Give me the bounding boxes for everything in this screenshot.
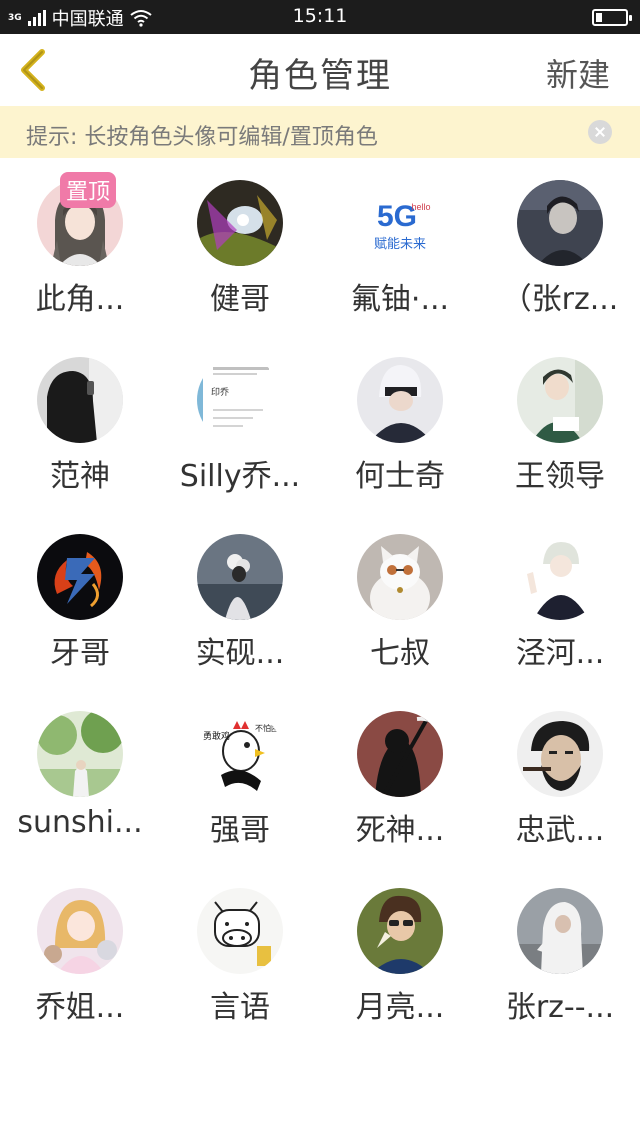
role-name: 张rz--... (505, 990, 615, 1025)
role-item[interactable]: （张rz... (480, 160, 640, 337)
role-item[interactable]: 勇敢鸡 不怕困难 强哥 (160, 691, 320, 868)
role-name: Silly乔... (179, 459, 301, 494)
white-hair-anime-avatar[interactable] (357, 357, 443, 443)
role-name: 王领导 (515, 459, 605, 494)
battery-fill (596, 13, 602, 22)
bearded-man-avatar[interactable] (517, 711, 603, 797)
rooster-cartoon-avatar[interactable]: 勇敢鸡 不怕困难 (197, 711, 283, 797)
tip-text: 提示: 长按角色头像可编辑/置顶角色 (26, 125, 378, 150)
nav-bar: 角色管理 新建 (0, 34, 640, 106)
role-name: 牙哥 (50, 636, 110, 671)
white-cat-avatar[interactable] (357, 534, 443, 620)
anime-girl-bears-avatar[interactable] (37, 888, 123, 974)
role-grid: 置顶 此角... 健哥 5G hello 赋能未来 氟铀·... （张rz...… (0, 160, 640, 1045)
cow-doodle-avatar[interactable] (197, 888, 283, 974)
role-item[interactable]: 5G hello 赋能未来 氟铀·... (320, 160, 480, 337)
page-title: 角色管理 (248, 56, 392, 96)
role-name: 何士奇 (355, 459, 445, 494)
person-flowers-avatar[interactable] (197, 534, 283, 620)
hooded-person-street-avatar[interactable] (517, 888, 603, 974)
role-name: 实砚... (195, 636, 285, 671)
role-item[interactable]: 乔姐... (0, 868, 160, 1045)
role-name: 月亮... (355, 990, 445, 1025)
tip-banner: 提示: 长按角色头像可编辑/置顶角色 (0, 106, 640, 158)
role-name: 此角... (35, 282, 125, 317)
role-item[interactable]: 七叔 (320, 514, 480, 691)
green-trees-avatar[interactable] (37, 711, 123, 797)
role-item[interactable]: 实砚... (160, 514, 320, 691)
close-circle-icon[interactable] (588, 120, 612, 144)
role-name: 言语 (210, 990, 270, 1025)
role-item[interactable]: 王领导 (480, 337, 640, 514)
status-bar: 3G 中国联通 15:11 (0, 0, 640, 34)
5g-logo-avatar[interactable]: 5G hello 赋能未来 (357, 180, 443, 266)
5g-logo-small: hello (411, 202, 430, 212)
role-name: 强哥 (210, 813, 270, 848)
rooster-side-left: 勇敢鸡 (203, 730, 230, 742)
colorful-light-avatar[interactable] (197, 180, 283, 266)
role-item[interactable]: 泾河... (480, 514, 640, 691)
role-item[interactable]: 张rz--... (480, 868, 640, 1045)
new-role-button[interactable]: 新建 (546, 50, 610, 96)
battery-icon (592, 9, 632, 26)
role-item[interactable]: 言语 (160, 868, 320, 1045)
role-name: 氟铀·... (350, 282, 450, 317)
reaper-avatar[interactable] (357, 711, 443, 797)
role-item[interactable]: 牙哥 (0, 514, 160, 691)
role-name: 乔姐... (35, 990, 125, 1025)
role-item[interactable]: 何士奇 (320, 337, 480, 514)
rooster-side-right: 不怕困难 (255, 723, 283, 733)
curly-hair-boy-avatar[interactable] (357, 888, 443, 974)
role-name: 泾河... (515, 636, 605, 671)
dark-anime-boy-avatar[interactable] (517, 180, 603, 266)
role-name: 健哥 (210, 282, 270, 317)
anime-boy-peace-avatar[interactable] (517, 534, 603, 620)
role-name: 范神 (50, 459, 110, 494)
role-item[interactable]: 健哥 (160, 160, 320, 337)
fire-logo-avatar[interactable] (37, 534, 123, 620)
pin-badge: 置顶 (60, 172, 117, 208)
role-item[interactable]: 印乔 Silly乔... (160, 337, 320, 514)
role-item[interactable]: 月亮... (320, 868, 480, 1045)
document-text: 印乔 (211, 386, 229, 398)
role-item[interactable]: 忠武... (480, 691, 640, 868)
role-name: 忠武... (515, 813, 605, 848)
role-name: sunshi... (17, 805, 143, 840)
role-item[interactable]: sunshi... (0, 691, 160, 868)
role-name: （张rz... (501, 282, 619, 317)
role-item[interactable]: 范神 (0, 337, 160, 514)
hooded-figure-avatar[interactable] (37, 357, 123, 443)
role-name: 七叔 (370, 636, 430, 671)
role-item[interactable]: 置顶 此角... (0, 160, 160, 337)
role-name: 死神... (355, 813, 445, 848)
anime-boy-reading-avatar[interactable] (517, 357, 603, 443)
role-item[interactable]: 死神... (320, 691, 480, 868)
document-avatar[interactable]: 印乔 (197, 357, 283, 443)
status-time: 15:11 (292, 5, 348, 27)
5g-logo-caption: 赋能未来 (374, 237, 426, 252)
